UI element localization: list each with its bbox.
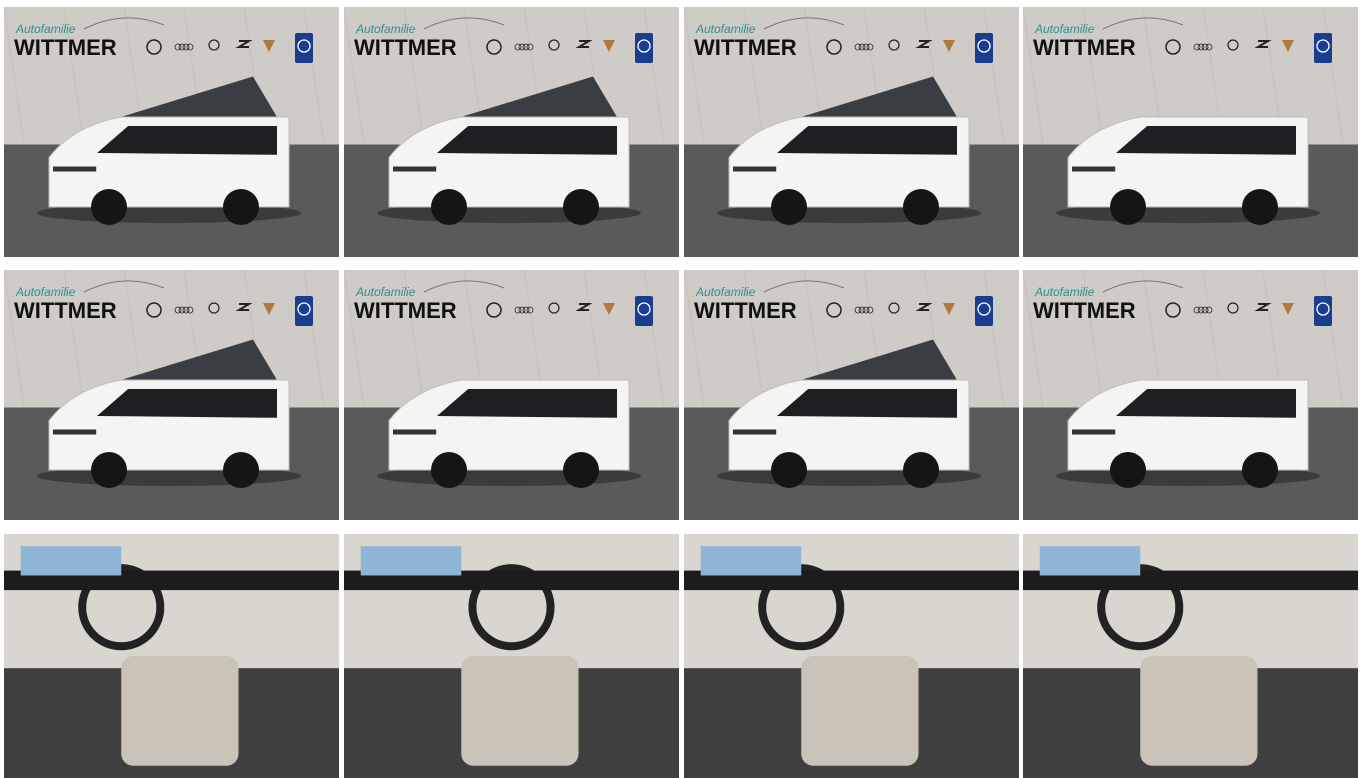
vw-commercial-badge xyxy=(975,296,993,326)
gallery-photo-12[interactable] xyxy=(1023,534,1358,778)
seat xyxy=(1140,656,1258,766)
photo-image: AutofamilieWITTMER xyxy=(4,7,339,257)
brand-name: WITTMER xyxy=(354,35,457,60)
brand-subtitle: Autofamilie xyxy=(355,22,416,36)
brand-name: WITTMER xyxy=(1033,298,1136,323)
photo-image xyxy=(684,534,1019,778)
window xyxy=(20,546,122,576)
brand-subtitle: Autofamilie xyxy=(15,285,76,299)
brand-name: WITTMER xyxy=(14,298,117,323)
vw-commercial-badge xyxy=(295,296,313,326)
gallery-photo-6[interactable]: Autofamilie WITTMER xyxy=(344,270,679,520)
camper-van xyxy=(1056,379,1320,488)
photo-image: AutofamilieWITTMER xyxy=(1023,270,1358,520)
vw-commercial-badge xyxy=(295,33,313,63)
photo-image: AutofamilieWITTMER xyxy=(1023,7,1358,257)
gallery-photo-2[interactable]: Autofamilie WITTMER xyxy=(344,7,679,257)
vw-commercial-badge xyxy=(1314,33,1332,63)
photo-image: AutofamilieWITTMER xyxy=(344,7,679,257)
photo-image: AutofamilieWITTMER xyxy=(4,270,339,520)
seat xyxy=(801,656,919,766)
vw-commercial-badge xyxy=(635,33,653,63)
brand-name: WITTMER xyxy=(14,35,117,60)
brand-subtitle: Autofamilie xyxy=(1034,22,1095,36)
gallery-photo-7[interactable]: Autofamilie WITTMER xyxy=(684,270,1019,520)
vw-commercial-badge xyxy=(635,296,653,326)
photo-image xyxy=(4,534,339,778)
photo-image: AutofamilieWITTMER xyxy=(684,270,1019,520)
brand-subtitle: Autofamilie xyxy=(695,285,756,299)
seat xyxy=(461,656,579,766)
vw-commercial-badge xyxy=(1314,296,1332,326)
seat xyxy=(121,656,239,766)
camper-van xyxy=(377,379,641,488)
gallery-photo-11[interactable] xyxy=(684,534,1019,778)
gallery-photo-10[interactable] xyxy=(344,534,679,778)
vw-commercial-badge xyxy=(975,33,993,63)
brand-subtitle: Autofamilie xyxy=(15,22,76,36)
brand-name: WITTMER xyxy=(1033,35,1136,60)
gallery-photo-5[interactable]: Autofamilie WITTMER xyxy=(4,270,339,520)
photo-image: AutofamilieWITTMER xyxy=(684,7,1019,257)
window xyxy=(360,546,462,576)
brand-name: WITTMER xyxy=(354,298,457,323)
brand-name: WITTMER xyxy=(694,35,797,60)
gallery-photo-1[interactable]: Autofamilie WITTMER xyxy=(4,7,339,257)
photo-image xyxy=(344,534,679,778)
brand-subtitle: Autofamilie xyxy=(695,22,756,36)
photo-image: AutofamilieWITTMER xyxy=(344,270,679,520)
gallery-photo-8[interactable]: Autofamilie WITTMER xyxy=(1023,270,1358,520)
brand-subtitle: Autofamilie xyxy=(1034,285,1095,299)
photo-gallery: Autofamilie WITTMER Autofamilie WITTMER Auto… xyxy=(0,0,1365,778)
gallery-photo-3[interactable]: Autofamilie WITTMER xyxy=(684,7,1019,257)
camper-van xyxy=(1056,116,1320,225)
window xyxy=(1039,546,1141,576)
photo-image xyxy=(1023,534,1358,778)
gallery-photo-4[interactable]: Autofamilie WITTMER xyxy=(1023,7,1358,257)
brand-subtitle: Autofamilie xyxy=(355,285,416,299)
gallery-photo-9[interactable] xyxy=(4,534,339,778)
window xyxy=(700,546,802,576)
brand-name: WITTMER xyxy=(694,298,797,323)
